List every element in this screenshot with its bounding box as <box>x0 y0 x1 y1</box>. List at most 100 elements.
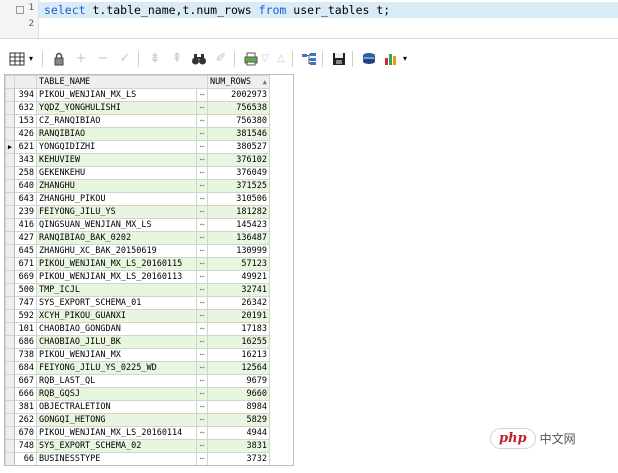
table-row[interactable]: 748 SYS_EXPORT_SCHEMA_02 ⋯ 3831 <box>5 439 293 453</box>
cell-num-rows[interactable]: 145423 <box>207 218 270 232</box>
filter-down-icon[interactable]: ⇟ <box>146 50 164 68</box>
cell-num-rows[interactable]: 17183 <box>207 322 270 336</box>
cell-edit-button[interactable]: ⋯ <box>196 153 208 167</box>
cell-edit-button[interactable]: ⋯ <box>196 127 208 141</box>
table-row[interactable]: 645 ZHANGHU_XC_BAK_20150619 ⋯ 130999 <box>5 244 293 258</box>
binoculars-icon[interactable] <box>190 50 208 68</box>
dropdown-arrow-icon[interactable]: ▾ <box>26 50 36 68</box>
cell-edit-button[interactable]: ⋯ <box>196 192 208 206</box>
cell-num-rows[interactable]: 3732 <box>207 452 270 465</box>
filter-up-icon[interactable]: ⇞ <box>168 50 186 68</box>
cell-edit-button[interactable]: ⋯ <box>196 205 208 219</box>
print-icon[interactable] <box>242 50 260 68</box>
cell-edit-button[interactable]: ⋯ <box>196 296 208 310</box>
table-row[interactable]: 500 TMP_ICJL ⋯ 32741 <box>5 283 293 297</box>
table-row[interactable]: 66 BUSINESSTYPE ⋯ 3732 <box>5 452 293 465</box>
cell-table-name[interactable]: CZ_RANQIBIAO <box>36 114 197 128</box>
cell-table-name[interactable]: ZHANGHU <box>36 179 197 193</box>
table-row[interactable]: 666 RQB_GQSJ ⋯ 9660 <box>5 387 293 401</box>
column-header-num-rows[interactable]: NUM_ROWS ▲ <box>207 75 270 89</box>
cell-table-name[interactable]: PIKOU_WENJIAN_MX_LS <box>36 88 197 102</box>
cell-edit-button[interactable]: ⋯ <box>196 114 208 128</box>
cell-edit-button[interactable]: ⋯ <box>196 361 208 375</box>
cell-edit-button[interactable]: ⋯ <box>196 387 208 401</box>
table-row[interactable]: 101 CHAOBIAO_GONGDAN ⋯ 17183 <box>5 322 293 336</box>
table-row[interactable]: 669 PIKOU_WENJIAN_MX_LS_20160113 ⋯ 49921 <box>5 270 293 284</box>
cell-table-name[interactable]: SYS_EXPORT_SCHEMA_02 <box>36 439 197 453</box>
table-row[interactable]: 592 XCYH_PIKOU_GUANXI ⋯ 20191 <box>5 309 293 323</box>
cell-table-name[interactable]: RUHUIHUA <box>37 466 197 467</box>
cell-num-rows[interactable]: 26342 <box>207 296 270 310</box>
cell-edit-button[interactable]: ⋯ <box>196 322 208 336</box>
column-header-table-name[interactable]: TABLE_NAME <box>36 75 208 89</box>
table-row[interactable]: 632 YQDZ_YONGHULISHI ⋯ 756538 <box>5 101 293 115</box>
result-grid[interactable]: TABLE_NAME NUM_ROWS ▲ 394 PIKOU_WENJIAN_MX… <box>4 74 294 466</box>
table-row[interactable]: 394 PIKOU_WENJIAN_MX_LS ⋯ 2002973 <box>5 88 293 102</box>
fold-marker-icon[interactable] <box>16 6 24 14</box>
cell-table-name[interactable]: FEIYONG_JILU_YS_0225_WD <box>36 361 197 375</box>
cell-table-name[interactable]: CHAOBIAO_GONGDAN <box>36 322 197 336</box>
cell-edit-button[interactable]: ⋯ <box>196 452 208 465</box>
cell-num-rows[interactable]: 8984 <box>207 400 270 414</box>
cell-table-name[interactable]: QINGSUAN_WENJIAN_MX_LS <box>36 218 197 232</box>
table-row[interactable]: 426 RANQIBIAO ⋯ 381546 <box>5 127 293 141</box>
table-row[interactable]: 670 PIKOU_WENJIAN_MX_LS_20160114 ⋯ 4944 <box>5 426 293 440</box>
sql-editor[interactable]: 1 2 select t.table_name,t.num_rows from … <box>0 0 618 39</box>
cell-edit-button[interactable]: ⋯ <box>196 166 208 180</box>
cell-edit-button[interactable]: ⋯ <box>196 179 208 193</box>
cell-num-rows[interactable]: 16213 <box>207 348 270 362</box>
minus-icon[interactable]: − <box>94 50 112 68</box>
cell-num-rows[interactable]: 136487 <box>207 231 270 245</box>
cell-edit-button[interactable]: ⋯ <box>196 309 208 323</box>
cell-table-name[interactable]: GONGQI_HETONG <box>36 413 197 427</box>
check-icon[interactable]: ✓ <box>116 50 134 68</box>
cell-edit-button[interactable]: ⋯ <box>196 218 208 232</box>
cell-table-name[interactable]: RQB_LAST_QL <box>36 374 197 388</box>
cell-table-name[interactable]: BUSINESSTYPE <box>36 452 197 465</box>
eraser-icon[interactable]: ✐ <box>212 50 230 68</box>
cell-num-rows[interactable]: 376049 <box>207 166 270 180</box>
cell-table-name[interactable]: CHAOBIAO_JILU_BK <box>36 335 197 349</box>
table-row[interactable]: 262 GONGQI_HETONG ⋯ 5829 <box>5 413 293 427</box>
cell-edit-button[interactable]: ⋯ <box>196 270 208 284</box>
cell-table-name[interactable]: RANQIBIAO <box>36 127 197 141</box>
cell-table-name[interactable]: SYS_EXPORT_SCHEMA_01 <box>36 296 197 310</box>
cell-edit-button[interactable]: ⋯ <box>196 101 208 115</box>
cell-table-name[interactable]: PIKOU_WENJIAN_MX_LS_20160115 <box>36 257 197 271</box>
cell-num-rows[interactable]: 756538 <box>207 101 270 115</box>
cell-num-rows[interactable]: 57123 <box>207 257 270 271</box>
save-icon[interactable] <box>330 50 348 68</box>
cell-table-name[interactable]: PIKOU_WENJIAN_MX_LS_20160114 <box>36 426 197 440</box>
table-row[interactable]: 640 ZHANGHU ⋯ 371525 <box>5 179 293 193</box>
cell-num-rows[interactable]: 371525 <box>207 179 270 193</box>
grid-icon[interactable] <box>8 50 26 68</box>
table-row[interactable]: ▶ 621 YONGQIDIZHI ⋯ 380527 <box>5 140 293 154</box>
cell-edit-button[interactable]: ⋯ <box>196 244 208 258</box>
chart-icon[interactable] <box>382 50 400 68</box>
table-row[interactable]: 416 QINGSUAN_WENJIAN_MX_LS ⋯ 145423 <box>5 218 293 232</box>
table-row[interactable]: 684 FEIYONG_JILU_YS_0225_WD ⋯ 12564 <box>5 361 293 375</box>
cell-table-name[interactable]: PIKOU_WENJIAN_MX_LS_20160113 <box>36 270 197 284</box>
cell-table-name[interactable]: ZHANGHU_PIKOU <box>36 192 197 206</box>
export-icon[interactable] <box>360 50 378 68</box>
cell-num-rows[interactable]: 3066 <box>208 466 270 467</box>
tree-icon[interactable] <box>300 50 318 68</box>
cell-table-name[interactable]: OBJECTRALETION <box>36 400 197 414</box>
table-row[interactable]: 239 FEIYONG_JILU_YS ⋯ 181282 <box>5 205 293 219</box>
cell-num-rows[interactable]: 181282 <box>207 205 270 219</box>
cell-num-rows[interactable]: 3831 <box>207 439 270 453</box>
cell-num-rows[interactable]: 20191 <box>207 309 270 323</box>
cell-table-name[interactable]: TMP_ICJL <box>36 283 197 297</box>
lock-icon[interactable] <box>50 50 68 68</box>
cell-num-rows[interactable]: 4944 <box>207 426 270 440</box>
cell-table-name[interactable]: FEIYONG_JILU_YS <box>36 205 197 219</box>
table-row[interactable]: 747 SYS_EXPORT_SCHEMA_01 ⋯ 26342 <box>5 296 293 310</box>
cell-num-rows[interactable]: 310506 <box>207 192 270 206</box>
cell-table-name[interactable]: ZHANGHU_XC_BAK_20150619 <box>36 244 197 258</box>
cell-edit-button[interactable]: ⋯ <box>196 426 208 440</box>
cell-table-name[interactable]: XCYH_PIKOU_GUANXI <box>36 309 197 323</box>
sql-code-line[interactable]: select t.table_name,t.num_rows from user… <box>44 3 390 17</box>
table-row[interactable]: 667 RQB_LAST_QL ⋯ 9679 <box>5 374 293 388</box>
table-row[interactable]: 343 KEHUVIEW ⋯ 376102 <box>5 153 293 167</box>
cell-num-rows[interactable]: 9679 <box>207 374 270 388</box>
